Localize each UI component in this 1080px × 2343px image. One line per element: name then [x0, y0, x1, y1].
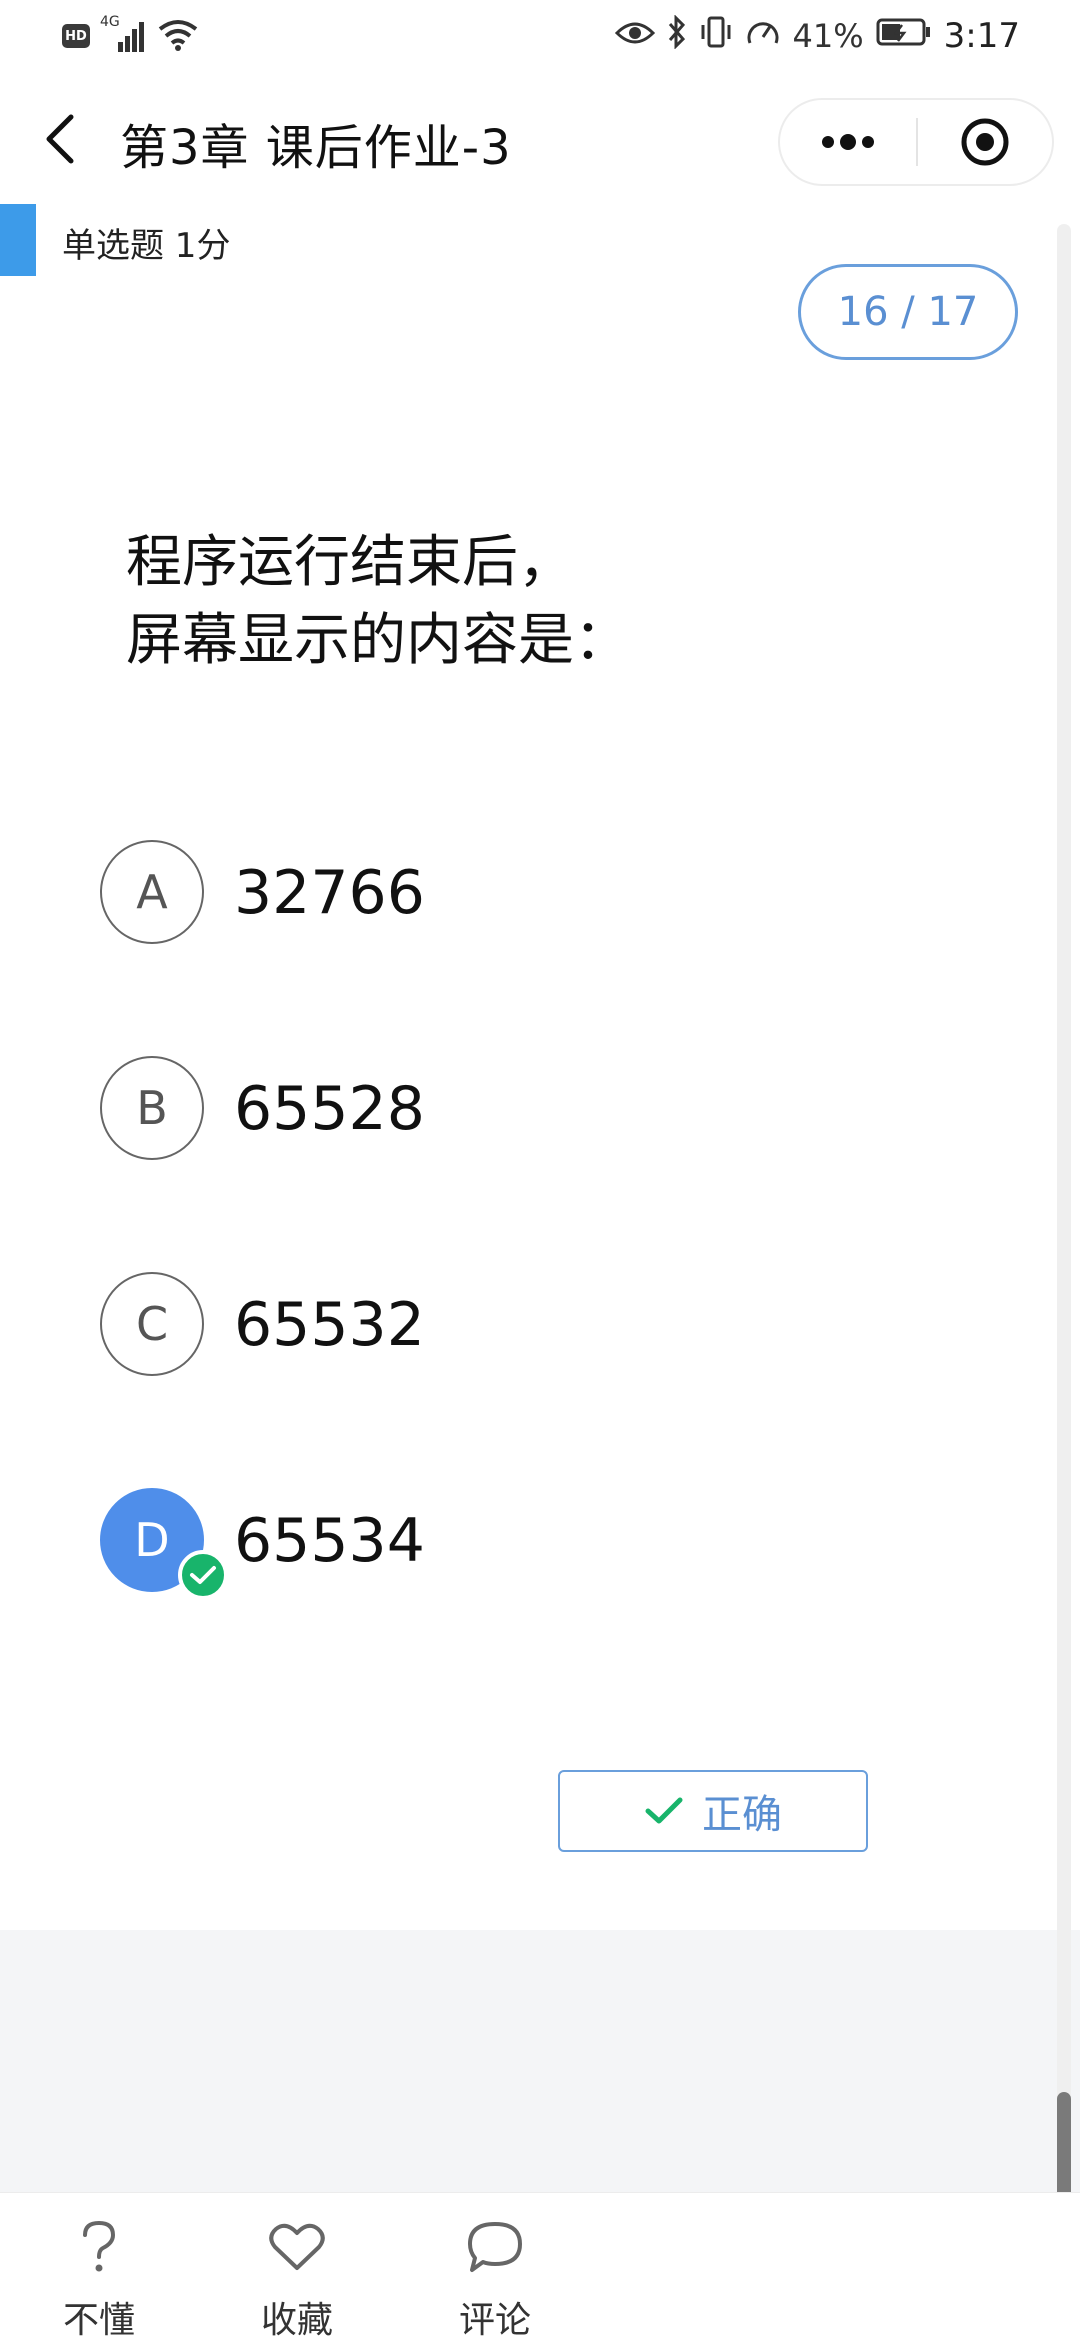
clock: 3:17: [943, 16, 1020, 56]
question-content: 单选题 1分 16 / 17 程序运行结束后， 屏幕显示的内容是： A 3276…: [0, 204, 1080, 1930]
option-c[interactable]: C 65532: [100, 1272, 920, 1382]
page-title: 第3章 课后作业-3: [120, 120, 512, 176]
hd-icon: HD: [62, 24, 90, 48]
close-button[interactable]: [918, 100, 1052, 184]
status-right: 41% 3:17: [614, 14, 1020, 58]
blank-area: [0, 1930, 1080, 2192]
option-text: 65534: [234, 1506, 425, 1576]
question-progress[interactable]: 16 / 17: [798, 264, 1018, 360]
question-line-2: 屏幕显示的内容是：: [126, 608, 630, 673]
vibrate-icon: [699, 15, 733, 57]
scrollbar-track: [1057, 224, 1071, 2204]
wifi-icon: [158, 17, 198, 55]
question-icon: [83, 2220, 116, 2272]
option-a[interactable]: A 32766: [100, 840, 920, 950]
option-letter: A: [100, 840, 204, 944]
speed-icon: [745, 15, 781, 57]
question-type-label: 单选题 1分: [62, 226, 231, 266]
comment-icon: [468, 2222, 522, 2272]
option-b[interactable]: B 65528: [100, 1056, 920, 1166]
app-header: 第3章 课后作业-3: [0, 74, 1080, 204]
option-text: 65528: [234, 1074, 425, 1144]
more-button[interactable]: [780, 100, 916, 184]
comment-button[interactable]: 评论: [430, 2217, 560, 2341]
miniprogram-capsule: [778, 98, 1054, 186]
option-d[interactable]: D 65534: [100, 1488, 920, 1600]
chevron-left-icon: [46, 114, 74, 164]
option-text: 32766: [234, 858, 425, 928]
question-type-marker: [0, 204, 36, 276]
favorite-button[interactable]: 收藏: [232, 2217, 362, 2341]
option-letter: B: [100, 1056, 204, 1160]
signal-icon: 4G: [100, 14, 148, 54]
more-dots-icon: [822, 134, 874, 150]
bottom-label: 评论: [458, 2300, 531, 2341]
bluetooth-icon: [667, 14, 687, 57]
option-text: 65532: [234, 1290, 425, 1360]
option-letter: C: [100, 1272, 204, 1376]
checkmark-icon: [645, 1797, 683, 1824]
question-line-1: 程序运行结束后，: [126, 530, 574, 595]
target-icon: [961, 118, 1009, 166]
bottom-toolbar: 不懂 收藏 评论: [0, 2192, 1080, 2341]
bottom-label: 不懂: [62, 2300, 135, 2341]
battery-percent: 41%: [792, 17, 864, 55]
eye-icon: [614, 17, 655, 55]
dont-understand-button[interactable]: 不懂: [34, 2217, 164, 2341]
status-bar: HD 4G 41% 3:17: [0, 0, 1080, 74]
back-button[interactable]: [30, 104, 90, 174]
result-correct: 正确: [558, 1770, 868, 1852]
scrollbar-thumb[interactable]: [1057, 2092, 1071, 2200]
status-left: HD 4G: [62, 14, 198, 58]
heart-icon: [269, 2223, 325, 2270]
result-label: 正确: [702, 1792, 782, 1838]
correct-check-icon: [178, 1550, 228, 1600]
bottom-label: 收藏: [260, 2300, 333, 2341]
question-text: 程序运行结束后， 屏幕显示的内容是：: [126, 524, 946, 680]
battery-icon: [876, 17, 932, 55]
